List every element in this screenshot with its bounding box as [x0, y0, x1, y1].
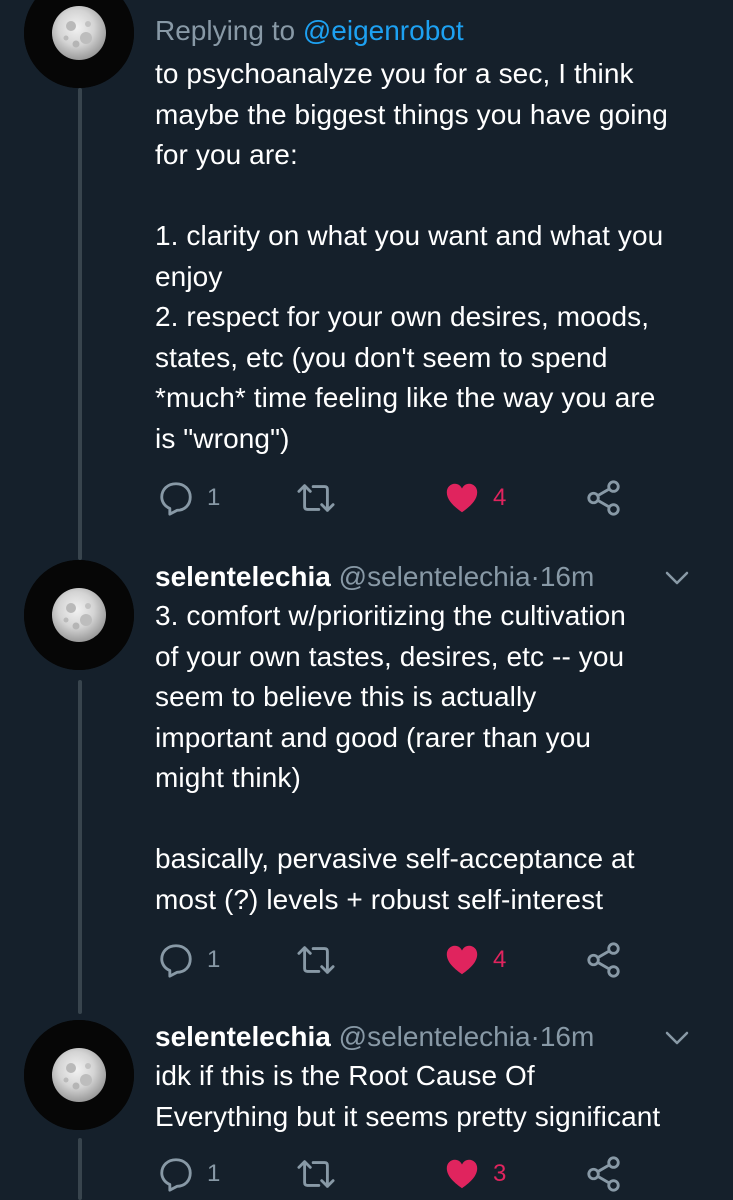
avatar[interactable]: [24, 1020, 134, 1130]
reply-count: 1: [207, 1160, 221, 1187]
reply-icon: [157, 1155, 195, 1193]
retweet-icon: [295, 479, 337, 517]
chevron-down-icon[interactable]: [663, 1024, 691, 1052]
share-icon: [585, 1155, 623, 1193]
tweet-text: idk if this is the Root Cause Of Everyth…: [155, 1060, 661, 1132]
reply-button[interactable]: 1: [157, 940, 220, 980]
reply-icon: [157, 941, 195, 979]
heart-icon: [443, 479, 481, 517]
share-button[interactable]: [585, 478, 623, 518]
tweet-header: selentelechia @selentelechia·16m: [155, 560, 713, 594]
reply-count: 1: [207, 946, 221, 973]
share-button[interactable]: [585, 1154, 623, 1194]
like-button[interactable]: 3: [443, 1154, 506, 1194]
tweet[interactable]: Replying to @eigenrobot to psychoanalyze…: [0, 0, 733, 560]
tweet[interactable]: selentelechia @selentelechia·16m 3. comf…: [0, 560, 733, 1020]
retweet-icon: [295, 1155, 337, 1193]
tweet-actions: 1 4: [155, 940, 635, 980]
separator: ·: [530, 1021, 540, 1052]
moon-avatar-image: [24, 560, 134, 670]
retweet-button[interactable]: [295, 1154, 337, 1194]
like-count: 4: [493, 946, 507, 973]
heart-icon: [443, 1155, 481, 1193]
tweet-actions: 1 4: [155, 478, 635, 518]
tweet[interactable]: selentelechia @selentelechia·16m idk if …: [0, 1020, 733, 1200]
reply-button[interactable]: 1: [157, 478, 220, 518]
avatar[interactable]: [24, 560, 134, 670]
share-icon: [585, 479, 623, 517]
replying-prefix: Replying to: [155, 15, 296, 46]
reply-button[interactable]: 1: [157, 1154, 220, 1194]
retweet-icon: [295, 941, 337, 979]
timestamp[interactable]: 16m: [540, 561, 594, 592]
separator: ·: [530, 561, 540, 592]
heart-icon: [443, 941, 481, 979]
reply-count: 1: [207, 484, 221, 511]
tweet-actions: 1 3: [155, 1154, 635, 1194]
display-name[interactable]: selentelechia: [155, 1021, 331, 1052]
reply-icon: [157, 479, 195, 517]
moon-avatar-image: [24, 1020, 134, 1130]
avatar[interactable]: [24, 0, 134, 88]
like-button[interactable]: 4: [443, 478, 506, 518]
retweet-button[interactable]: [295, 940, 337, 980]
display-name[interactable]: selentelechia: [155, 561, 331, 592]
timestamp[interactable]: 16m: [540, 1021, 594, 1052]
mention-link[interactable]: @eigenrobot: [303, 15, 464, 46]
retweet-button[interactable]: [295, 478, 337, 518]
tweet-header: selentelechia @selentelechia·16m: [155, 1020, 713, 1054]
handle[interactable]: @selentelechia: [339, 1021, 531, 1052]
replying-to: Replying to @eigenrobot: [155, 14, 713, 48]
like-button[interactable]: 4: [443, 940, 506, 980]
moon-avatar-image: [24, 0, 134, 88]
tweet-text: to psychoanalyze you for a sec, I think …: [155, 58, 668, 454]
like-count: 3: [493, 1160, 507, 1187]
like-count: 4: [493, 484, 507, 511]
handle[interactable]: @selentelechia: [339, 561, 531, 592]
share-button[interactable]: [585, 940, 623, 980]
chevron-down-icon[interactable]: [663, 564, 691, 592]
tweet-text: 3. comfort w/prioritizing the cultivatio…: [155, 600, 635, 915]
share-icon: [585, 941, 623, 979]
